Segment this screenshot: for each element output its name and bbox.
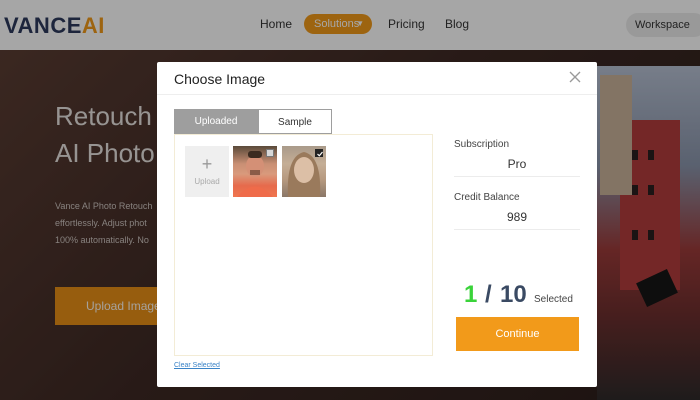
counter-slash: /: [485, 281, 492, 308]
divider: [454, 229, 580, 230]
image-source-tabs: Uploaded Sample: [174, 109, 332, 134]
selection-counter: 1 / 10 Selected: [464, 281, 580, 311]
max-count: 10: [500, 281, 527, 308]
upload-tile[interactable]: + Upload: [185, 146, 229, 197]
modal-title: Choose Image: [174, 71, 266, 87]
continue-button[interactable]: Continue: [456, 317, 579, 351]
select-checkbox-checked[interactable]: [315, 149, 323, 157]
choose-image-modal: Choose Image Uploaded Sample + Upload Cl…: [157, 62, 597, 387]
check-icon: [317, 151, 323, 157]
clear-selected-link[interactable]: Clear Selected: [174, 362, 220, 369]
selected-count: 1: [464, 281, 478, 308]
divider: [454, 176, 580, 177]
subscription-value: Pro: [507, 157, 527, 171]
selected-label: Selected: [534, 294, 573, 305]
image-grid: + Upload: [174, 134, 433, 356]
credit-balance-label: Credit Balance: [454, 192, 520, 203]
select-checkbox[interactable]: [266, 149, 274, 157]
credit-balance-value: 989: [506, 210, 528, 224]
upload-tile-label: Upload: [194, 177, 220, 186]
modal-header: Choose Image: [157, 62, 597, 95]
plus-icon: +: [201, 154, 213, 174]
close-icon[interactable]: [568, 70, 582, 84]
image-thumbnail[interactable]: [233, 146, 277, 197]
tab-sample[interactable]: Sample: [258, 109, 332, 134]
subscription-label: Subscription: [454, 139, 510, 150]
tab-uploaded[interactable]: Uploaded: [174, 109, 258, 134]
image-thumbnail[interactable]: [282, 146, 326, 197]
